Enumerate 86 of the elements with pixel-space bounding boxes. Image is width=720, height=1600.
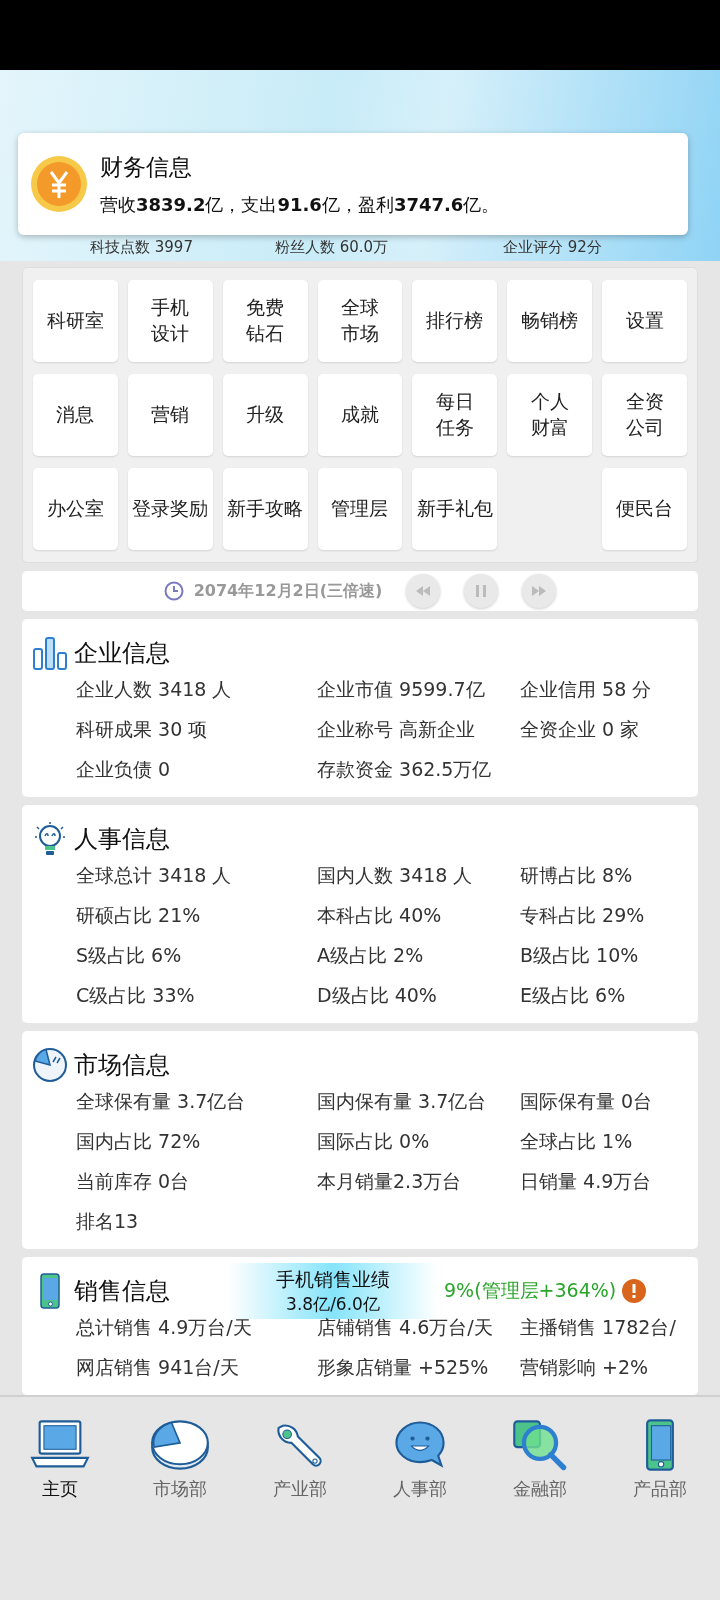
menu-tile[interactable]: 营销: [127, 374, 213, 456]
info-item: C级占比 33%: [76, 983, 196, 1008]
info-item: B级占比 10%: [520, 943, 640, 968]
stat-text: 科技点数 3997: [90, 238, 194, 257]
info-item: 本科占比 40%: [317, 903, 443, 928]
menu-tile[interactable]: 成就: [317, 374, 403, 456]
info-item: 店铺销售 4.6万台/天: [317, 1315, 494, 1340]
info-item: S级占比 6%: [76, 943, 183, 968]
info-item: 全球保有量 3.7亿台: [76, 1089, 247, 1114]
info-item: A级占比 2%: [317, 943, 425, 968]
growth-text: 9%(管理层+364%): [444, 1278, 617, 1303]
info-item: 国内保有量 3.7亿台: [317, 1089, 488, 1114]
notification-title: 财务信息: [100, 152, 193, 182]
menu-tile[interactable]: 办公室: [33, 468, 118, 550]
alert-icon: [622, 1279, 647, 1303]
menu-tile[interactable]: 免费 钻石: [222, 280, 308, 362]
info-item: 企业人数 3418 人: [76, 677, 233, 702]
nav-tab[interactable]: 产业部: [240, 1419, 360, 1501]
menu-tile[interactable]: 管理层: [317, 468, 403, 550]
laptop-icon: [30, 1419, 90, 1471]
yuan-coin-icon: [30, 155, 88, 213]
info-item: 全资企业 0 家: [520, 717, 641, 742]
info-item: 国际占比 0%: [317, 1129, 431, 1154]
lightbulb-icon: [32, 821, 68, 857]
menu-tile[interactable]: 科研室: [33, 280, 118, 362]
info-item: 专科占比 29%: [520, 903, 646, 928]
menu-tile[interactable]: 手机 设计: [127, 280, 213, 362]
menu-tile[interactable]: 消息: [33, 374, 118, 456]
info-item: 存款资金 362.5万亿: [317, 757, 493, 782]
menu-tile[interactable]: 全球 市场: [317, 280, 403, 362]
menu-tile[interactable]: 每日 任务: [412, 374, 498, 456]
fast-forward-button[interactable]: [522, 574, 557, 608]
pie-chart-icon: [32, 1047, 68, 1083]
rewind-button[interactable]: [406, 574, 441, 608]
info-item: 全球总计 3418 人: [76, 863, 233, 888]
card-title: 销售信息: [74, 1276, 170, 1307]
info-item: 国际保有量 0台: [520, 1089, 654, 1114]
info-item: 日销量 4.9万台: [520, 1169, 653, 1194]
menu-tile[interactable]: 登录奖励: [127, 468, 213, 550]
card-title: 市场信息: [74, 1050, 170, 1081]
info-item: 企业称号 高新企业: [317, 717, 477, 742]
pause-button[interactable]: [464, 574, 499, 608]
info-item: 研博占比 8%: [520, 863, 634, 888]
card-title: 人事信息: [74, 824, 170, 855]
card-title: 企业信息: [74, 638, 170, 669]
date-text: 2074年12月2日(三倍速): [193, 580, 383, 602]
menu-tile[interactable]: 新手礼包: [412, 468, 498, 550]
info-item: 主播销售 1782台/: [520, 1315, 677, 1340]
banner-title: 手机销售业绩: [276, 1266, 390, 1292]
menu-tile[interactable]: 便民台: [602, 468, 687, 550]
info-item: 企业信用 58 分: [520, 677, 653, 702]
menu-tile[interactable]: 新手攻略: [222, 468, 308, 550]
menu-tile[interactable]: 个人 财富: [507, 374, 593, 456]
info-item: 科研成果 30 项: [76, 717, 209, 742]
info-item: 营销影响 +2%: [520, 1355, 650, 1380]
info-item: 总计销售 4.9万台/天: [76, 1315, 253, 1340]
info-item: D级占比 40%: [317, 983, 438, 1008]
menu-tile[interactable]: 排行榜: [412, 280, 498, 362]
info-item: 当前库存 0台: [76, 1169, 191, 1194]
info-item: 全球占比 1%: [520, 1129, 634, 1154]
info-item: 国内人数 3418 人: [317, 863, 474, 888]
notification-text: 营收3839.2亿，支出91.6亿，盈利3747.6亿。: [100, 192, 500, 217]
banner-value: 3.8亿/6.0亿: [286, 1292, 380, 1316]
pie-chart-icon: [150, 1419, 210, 1471]
stat-text: 企业评分 92分: [503, 238, 603, 257]
info-item: 研硕占比 21%: [76, 903, 202, 928]
info-item: 国内占比 72%: [76, 1129, 202, 1154]
menu-tile[interactable]: 全资 公司: [602, 374, 687, 456]
menu-tile[interactable]: 升级: [222, 374, 308, 456]
nav-tab[interactable]: 产品部: [600, 1419, 720, 1501]
nav-tab[interactable]: 人事部: [360, 1419, 480, 1501]
menu-tile[interactable]: 畅销榜: [507, 280, 593, 362]
info-item: 企业负债 0: [76, 757, 172, 782]
info-item: 本月销量2.3万台: [317, 1169, 463, 1194]
info-item: 网店销售 941台/天: [76, 1355, 240, 1380]
info-item: 排名13: [76, 1209, 140, 1234]
info-item: E级占比 6%: [520, 983, 627, 1008]
nav-tab[interactable]: 市场部: [120, 1419, 240, 1501]
bar-chart-icon: [32, 635, 68, 671]
nav-tab[interactable]: 主页: [0, 1419, 120, 1501]
menu-tile[interactable]: 设置: [602, 280, 687, 362]
info-item: 形象店销量 +525%: [317, 1355, 490, 1380]
clock-icon: [163, 581, 184, 601]
stat-text: 粉丝人数 60.0万: [275, 238, 390, 257]
nav-tab[interactable]: 金融部: [480, 1419, 600, 1501]
info-item: 企业市值 9599.7亿: [317, 677, 486, 702]
